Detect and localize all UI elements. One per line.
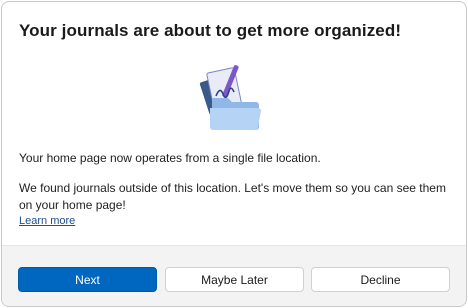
info-paragraph-2: We found journals outside of this locati… <box>19 181 446 212</box>
info-paragraph-1: Your home page now operates from a singl… <box>19 151 321 165</box>
maybe-later-button[interactable]: Maybe Later <box>165 267 304 292</box>
next-button[interactable]: Next <box>18 267 157 292</box>
learn-more-link[interactable]: Learn more <box>19 215 75 227</box>
dialog-footer: Next Maybe Later Decline <box>2 245 466 306</box>
dialog-title: Your journals are about to get more orga… <box>19 21 402 40</box>
journal-folder-icon <box>198 62 266 134</box>
decline-button[interactable]: Decline <box>311 267 450 292</box>
journal-migration-dialog: Your journals are about to get more orga… <box>1 1 467 307</box>
